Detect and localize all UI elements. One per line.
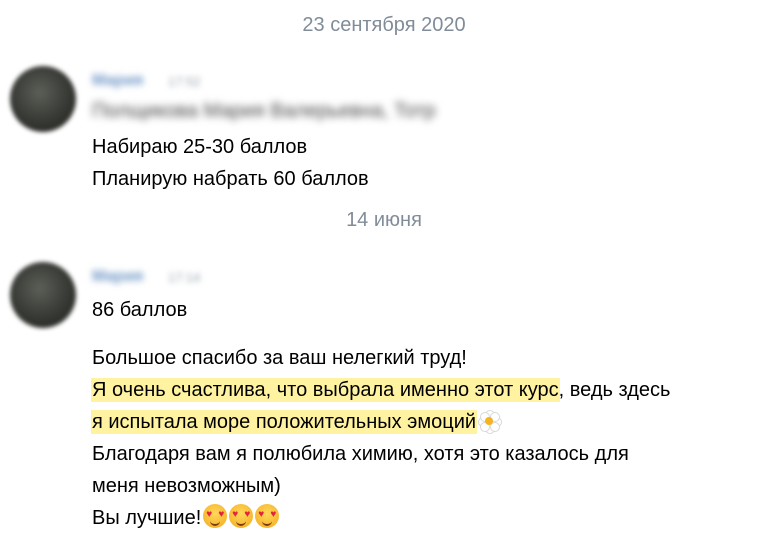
message-line-text: Вы лучшие! [92, 507, 202, 529]
message-text: Большое спасибо за ваш нелегкий труд! Я … [92, 342, 670, 534]
daisy-emoji-icon [478, 410, 503, 434]
heart-eyes-emoji-icon: ♥ ♥ [229, 504, 254, 528]
message-line: Большое спасибо за ваш нелегкий труд! [92, 347, 467, 369]
message-line: Планирую набрать 60 баллов [92, 168, 369, 190]
highlighted-text: Я очень счастлива, что выбрала именно эт… [92, 379, 559, 401]
message-line: я испытала море положительных эмоций [92, 406, 670, 438]
highlighted-text: я испытала море положительных эмоций [92, 411, 477, 433]
message-line: Я очень счастлива, что выбрала именно эт… [92, 374, 670, 406]
avatar[interactable] [10, 66, 76, 132]
message-line: Благодаря вам я полюбила химию, хотя это… [92, 443, 629, 465]
message-line: Набираю 25-30 баллов [92, 136, 308, 158]
message-line: Вы лучшие! ♥ ♥ ♥ ♥ ♥ ♥ [92, 502, 670, 534]
date-divider: 23 сентября 2020 [0, 14, 768, 37]
date-label: 14 июня [346, 209, 422, 231]
message-time: 17:52 [168, 74, 201, 89]
message-line: 86 баллов [92, 299, 188, 321]
message-line: меня невозможным) [92, 475, 281, 497]
message-line-tail: , ведь здесь [558, 379, 671, 401]
date-label: 23 сентября 2020 [302, 14, 466, 36]
message-time: 17:14 [168, 270, 201, 285]
message-text: Набираю 25-30 баллов Планирую набрать 60… [92, 131, 369, 195]
sender-name[interactable]: Мария [92, 72, 143, 90]
date-divider: 14 июня [0, 209, 768, 232]
avatar[interactable] [10, 262, 76, 328]
heart-eyes-emoji-icon: ♥ ♥ [203, 504, 228, 528]
message-text: 86 баллов [92, 294, 187, 326]
sender-name[interactable]: Мария [92, 268, 143, 286]
heart-eyes-emoji-icon: ♥ ♥ [255, 504, 280, 528]
forwarded-line: Полщикова Мария Валерьевна, Тотр [92, 100, 436, 122]
